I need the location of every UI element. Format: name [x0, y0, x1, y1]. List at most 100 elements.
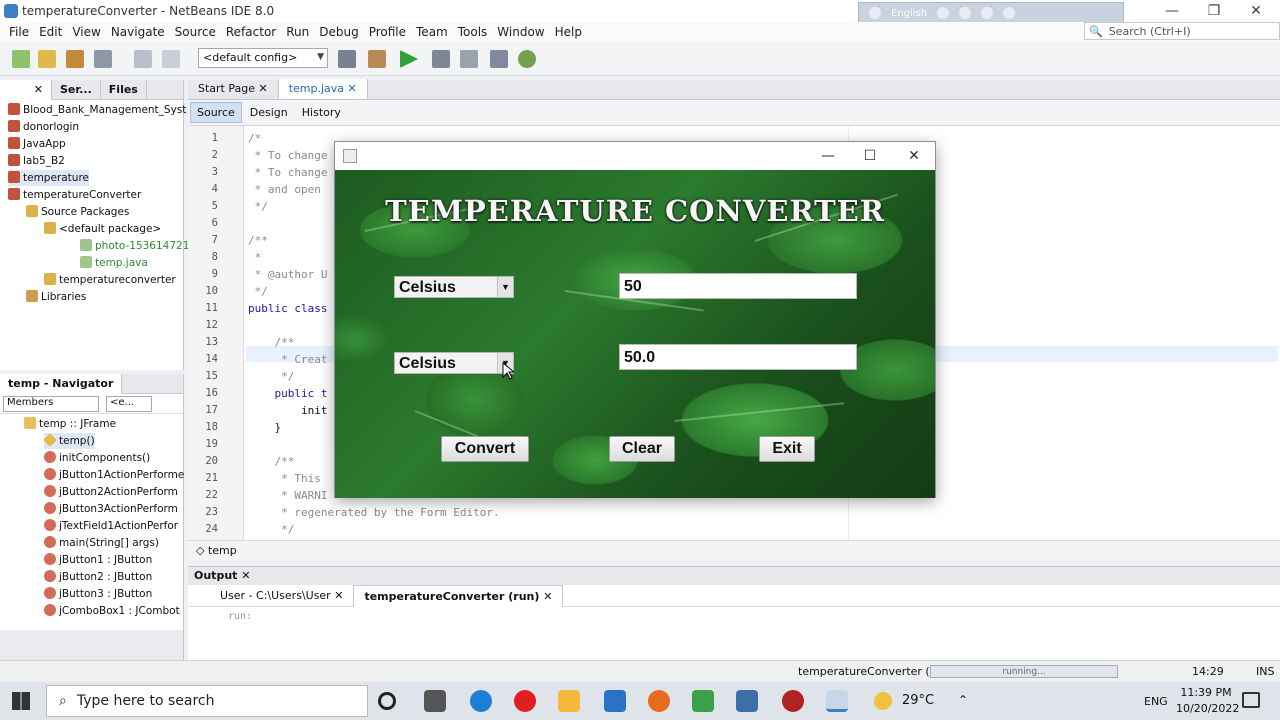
menu-item-window[interactable]: Window [492, 25, 549, 39]
debug-icon[interactable] [432, 50, 450, 68]
chrome-icon[interactable] [782, 690, 804, 712]
tree-item[interactable]: temp.java [80, 255, 148, 271]
help-icon[interactable] [981, 7, 994, 19]
app-minimize-button[interactable]: — [813, 146, 843, 166]
list-item[interactable]: jTextField1ActionPerfor [44, 518, 178, 534]
mail-icon[interactable] [604, 690, 626, 712]
tab-projects[interactable]: ✕ [0, 79, 52, 100]
menu-item-tools[interactable]: Tools [453, 25, 493, 39]
convert-button[interactable]: Convert [441, 436, 529, 462]
list-item[interactable]: jButton2ActionPerform [44, 484, 178, 500]
to-unit-select[interactable]: Celsius ▼ [394, 352, 514, 374]
new-file-icon[interactable] [12, 50, 30, 68]
menu-item-navigate[interactable]: Navigate [106, 25, 170, 39]
app-maximize-button[interactable]: ☐ [855, 146, 885, 166]
source-view-tab[interactable]: Source [190, 102, 242, 123]
output-tab-run[interactable]: temperatureConverter (run) ✕ [353, 584, 564, 607]
info-icon[interactable] [1003, 7, 1016, 19]
from-unit-select[interactable]: Celsius ▼ [394, 276, 514, 298]
clock-time[interactable]: 11:39 PM [1178, 686, 1234, 699]
list-item[interactable]: temp :: JFrame [24, 416, 116, 432]
search-input[interactable]: 🔍 Search (Ctrl+I) [1084, 22, 1280, 40]
run-icon[interactable] [400, 50, 418, 68]
menu-item-team[interactable]: Team [411, 25, 453, 39]
tree-item[interactable]: <default package> [44, 221, 161, 237]
menu-item-source[interactable]: Source [170, 25, 221, 39]
menu-item-run[interactable]: Run [281, 25, 314, 39]
tree-item[interactable]: Libraries [26, 289, 86, 305]
tab-files[interactable]: Files [101, 79, 147, 100]
chevron-up-icon[interactable]: ⌃ [958, 693, 968, 707]
list-item[interactable]: jButton3 : JButton [44, 586, 152, 602]
clock-date[interactable]: 10/20/2022 [1176, 702, 1239, 715]
save-all-icon[interactable] [94, 50, 112, 68]
tree-item[interactable]: Blood_Bank_Management_Syst [8, 102, 186, 118]
navigator-title[interactable]: temp - Navigator [0, 373, 123, 394]
tree-item[interactable]: JavaApp [8, 136, 66, 152]
minimize-button[interactable]: — [1152, 0, 1192, 22]
microsoft-store-icon[interactable] [692, 690, 714, 712]
app-close-button[interactable]: ✕ [899, 146, 929, 166]
design-view-tab[interactable]: Design [244, 103, 294, 122]
maximize-button[interactable]: ❐ [1194, 0, 1234, 22]
opera-icon[interactable] [514, 690, 536, 712]
weather-temp[interactable]: 29°C [902, 693, 934, 708]
close-button[interactable]: ✕ [1236, 0, 1276, 22]
weather-icon[interactable] [874, 692, 892, 710]
build-icon[interactable] [338, 50, 356, 68]
list-item[interactable]: initComponents() [44, 450, 150, 466]
apply-changes-icon[interactable] [490, 50, 508, 68]
tree-item[interactable]: Source Packages [26, 204, 129, 220]
members-select[interactable]: Members [3, 396, 99, 412]
notification-icon[interactable] [1242, 692, 1260, 708]
file-explorer-icon[interactable] [558, 690, 580, 712]
output-temperature-field[interactable]: 50.0 [619, 344, 857, 370]
menu-item-file[interactable]: File [4, 25, 34, 39]
language-indicator[interactable]: ENG [1144, 695, 1168, 708]
tree-item[interactable]: temperatureConverter [8, 187, 141, 203]
tree-item[interactable]: lab5_B2 [8, 153, 65, 169]
menu-item-profile[interactable]: Profile [364, 25, 411, 39]
new-project-icon[interactable] [38, 50, 56, 68]
output-tab-user[interactable]: User - C:\Users\User ✕ [210, 585, 353, 607]
list-item[interactable]: jButton3ActionPerform [44, 501, 178, 517]
edge-icon[interactable] [470, 690, 492, 712]
tab-services[interactable]: Ser... [52, 79, 101, 100]
undo-icon[interactable] [134, 50, 152, 68]
input-temperature-field[interactable]: 50 [619, 273, 857, 299]
taskbar-search-input[interactable]: ⌕ Type here to search [46, 685, 368, 717]
breadcrumb[interactable]: ◇ temp [188, 540, 1280, 560]
tab-temp-java[interactable]: temp.java ✕ [278, 79, 368, 99]
tree-item[interactable]: temperatureconverter [44, 272, 176, 288]
tree-item[interactable]: photo-1536147210 [80, 238, 196, 254]
exit-button[interactable]: Exit [759, 436, 815, 462]
memory-icon[interactable] [518, 50, 536, 68]
redo-icon[interactable] [162, 50, 180, 68]
scope-select[interactable]: <e... [106, 396, 152, 412]
virtualbox-icon[interactable] [736, 690, 758, 712]
tool-icon[interactable] [937, 7, 950, 19]
list-item[interactable]: main(String[] args) [44, 535, 159, 551]
task-view-icon[interactable] [424, 690, 446, 712]
list-item[interactable]: jButton2 : JButton [44, 569, 152, 585]
tab-start-page[interactable]: Start Page ✕ [188, 79, 279, 99]
settings-icon[interactable] [959, 7, 972, 19]
tree-item[interactable]: temperature [8, 170, 89, 186]
history-view-tab[interactable]: History [296, 103, 347, 122]
list-item[interactable]: temp() [43, 433, 95, 449]
list-item[interactable]: jButton1ActionPerforme [44, 467, 184, 483]
menu-item-view[interactable]: View [67, 25, 105, 39]
firefox-icon[interactable] [648, 690, 670, 712]
cortana-icon[interactable] [378, 692, 396, 710]
clear-button[interactable]: Clear [609, 436, 675, 462]
list-item[interactable]: jButton1 : JButton [44, 552, 152, 568]
menu-item-debug[interactable]: Debug [314, 25, 363, 39]
windows-start-icon[interactable] [12, 692, 30, 710]
output-title[interactable]: Output ✕ [188, 567, 1280, 585]
menu-item-edit[interactable]: Edit [34, 25, 67, 39]
java-app-icon[interactable] [826, 690, 848, 712]
menu-item-help[interactable]: Help [550, 25, 587, 39]
list-item[interactable]: jComboBox1 : JCombot [44, 603, 180, 619]
config-select[interactable]: <default config> ▼ [198, 48, 328, 68]
menu-item-refactor[interactable]: Refactor [221, 25, 281, 39]
